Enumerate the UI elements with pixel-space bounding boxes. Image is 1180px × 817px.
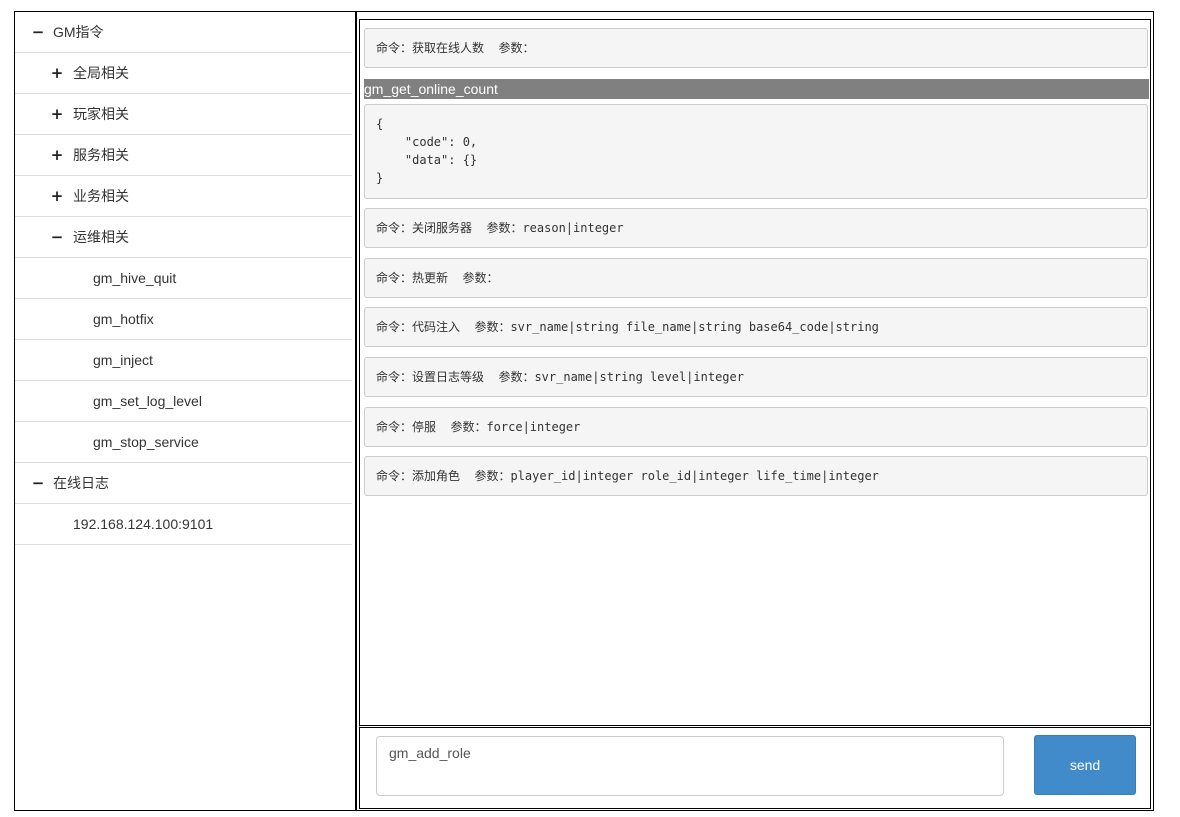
tree-node-label: 玩家相关 [73, 106, 129, 122]
command-input[interactable]: gm_add_role [376, 736, 1004, 796]
tree-node-business[interactable]: + 业务相关 [15, 176, 352, 217]
tree-node-label: 在线日志 [53, 475, 109, 491]
expand-icon[interactable]: + [50, 94, 64, 135]
tree-leaf-label: gm_inject [93, 352, 153, 368]
tree-node-player[interactable]: + 玩家相关 [15, 94, 352, 135]
tree-node-label: 服务相关 [73, 147, 129, 163]
command-entry: 命令：设置日志等级 参数：svr_name|string level|integ… [364, 357, 1148, 397]
result-header: gm_get_online_count [364, 79, 1149, 99]
tree-node-label: 全局相关 [73, 65, 129, 81]
collapse-icon[interactable]: − [31, 12, 45, 53]
tree-node-ops[interactable]: − 运维相关 [15, 217, 352, 258]
tree-node-label: 运维相关 [73, 229, 129, 245]
tree-leaf-label: gm_set_log_level [93, 393, 202, 409]
command-entry: 命令：停服 参数：force|integer [364, 407, 1148, 447]
command-entry: 命令：热更新 参数： [364, 258, 1148, 298]
tree-leaf-gm-inject[interactable]: gm_inject [15, 340, 352, 381]
command-entry: 命令：代码注入 参数：svr_name|string file_name|str… [364, 307, 1148, 347]
send-button[interactable]: send [1034, 735, 1136, 795]
expand-icon[interactable]: + [50, 176, 64, 217]
tree-leaf-gm-hive-quit[interactable]: gm_hive_quit [15, 258, 352, 299]
expand-icon[interactable]: + [50, 135, 64, 176]
tree-node-global[interactable]: + 全局相关 [15, 53, 352, 94]
command-entry: 命令：添加角色 参数：player_id|integer role_id|int… [364, 456, 1148, 496]
command-entry: 命令：获取在线人数 参数： [364, 28, 1148, 68]
result-json: { "code": 0, "data": {} } [364, 104, 1148, 199]
tree-leaf-label: gm_hive_quit [93, 270, 177, 286]
gm-command-tree: − GM指令 + 全局相关 + 玩家相关 + 服务相关 + 业务相关 − 运维相… [14, 11, 356, 811]
collapse-icon[interactable]: − [31, 463, 45, 504]
tree-leaf-label: gm_stop_service [93, 434, 199, 450]
tree-node-gm-commands[interactable]: − GM指令 [15, 12, 352, 53]
output-log[interactable]: 命令：获取在线人数 参数： gm_get_online_count { "cod… [359, 19, 1151, 728]
tree-leaf-log-server[interactable]: 192.168.124.100:9101 [15, 504, 352, 545]
tree-leaf-gm-hotfix[interactable]: gm_hotfix [15, 299, 352, 340]
tree-leaf-gm-stop-service[interactable]: gm_stop_service [15, 422, 352, 463]
expand-icon[interactable]: + [50, 53, 64, 94]
command-entry: 命令：关闭服务器 参数：reason|integer [364, 208, 1148, 248]
tree-node-online-log[interactable]: − 在线日志 [15, 463, 352, 504]
tree-leaf-label: 192.168.124.100:9101 [73, 516, 214, 532]
tree-node-label: GM指令 [53, 24, 104, 40]
tree-leaf-gm-set-log-level[interactable]: gm_set_log_level [15, 381, 352, 422]
collapse-icon[interactable]: − [50, 217, 64, 258]
tree-node-service[interactable]: + 服务相关 [15, 135, 352, 176]
tree-node-label: 业务相关 [73, 188, 129, 204]
command-input-bar: gm_add_role send [359, 725, 1151, 809]
tree-leaf-label: gm_hotfix [93, 311, 154, 327]
console-panel: 命令：获取在线人数 参数： gm_get_online_count { "cod… [356, 11, 1154, 811]
